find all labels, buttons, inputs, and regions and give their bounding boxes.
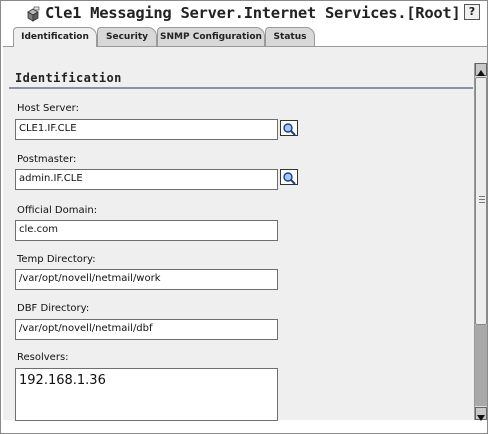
scroll-thumb[interactable] bbox=[475, 77, 487, 325]
resolvers-textarea[interactable]: 192.168.1.36 bbox=[15, 368, 278, 421]
thumb-grip-line bbox=[479, 196, 485, 197]
temp-directory-input[interactable]: /var/opt/novell/netmail/work bbox=[15, 269, 278, 290]
magnifier-browse-icon bbox=[281, 170, 297, 189]
postmaster-label: Postmaster: bbox=[17, 154, 77, 165]
tab-security[interactable]: Security bbox=[97, 27, 157, 46]
thumb-grip-line bbox=[479, 202, 485, 203]
title-bar: Cle1 Messaging Server.Internet Services.… bbox=[1, 1, 487, 27]
official-domain-input[interactable]: cle.com bbox=[15, 220, 278, 241]
dbf-directory-input[interactable]: /var/opt/novell/netmail/dbf bbox=[15, 319, 278, 340]
host-server-browse-button[interactable] bbox=[280, 120, 298, 136]
scroll-track[interactable] bbox=[475, 325, 487, 406]
postmaster-input[interactable]: admin.IF.CLE bbox=[15, 169, 278, 190]
window-title: Cle1 Messaging Server.Internet Services.… bbox=[45, 4, 461, 22]
official-domain-label: Official Domain: bbox=[17, 205, 98, 216]
help-button[interactable]: ? bbox=[464, 4, 480, 20]
temp-directory-label: Temp Directory: bbox=[17, 254, 96, 265]
tab-status[interactable]: Status bbox=[265, 27, 315, 46]
tab-snmp-configuration[interactable]: SNMP Configuration bbox=[157, 27, 265, 46]
properties-window: Cle1 Messaging Server.Internet Services.… bbox=[0, 0, 488, 434]
host-server-input[interactable]: CLE1.IF.CLE bbox=[15, 119, 278, 140]
section-title: Identification bbox=[15, 71, 122, 85]
postmaster-browse-button[interactable] bbox=[280, 169, 298, 185]
dbf-directory-label: DBF Directory: bbox=[17, 303, 90, 314]
thumb-grip-line bbox=[479, 199, 485, 200]
vertical-scrollbar[interactable] bbox=[474, 63, 487, 421]
magnifier-browse-icon bbox=[281, 121, 297, 140]
scroll-down-button[interactable] bbox=[475, 407, 487, 421]
arrow-down-icon bbox=[476, 408, 486, 427]
server-object-icon bbox=[25, 6, 41, 22]
tab-bar: Identification Security SNMP Configurati… bbox=[1, 27, 487, 47]
resolvers-label: Resolvers: bbox=[17, 352, 69, 363]
tab-identification[interactable]: Identification bbox=[13, 27, 97, 47]
section-divider bbox=[9, 87, 473, 89]
scroll-up-button[interactable] bbox=[475, 63, 487, 76]
host-server-label: Host Server: bbox=[17, 103, 79, 114]
